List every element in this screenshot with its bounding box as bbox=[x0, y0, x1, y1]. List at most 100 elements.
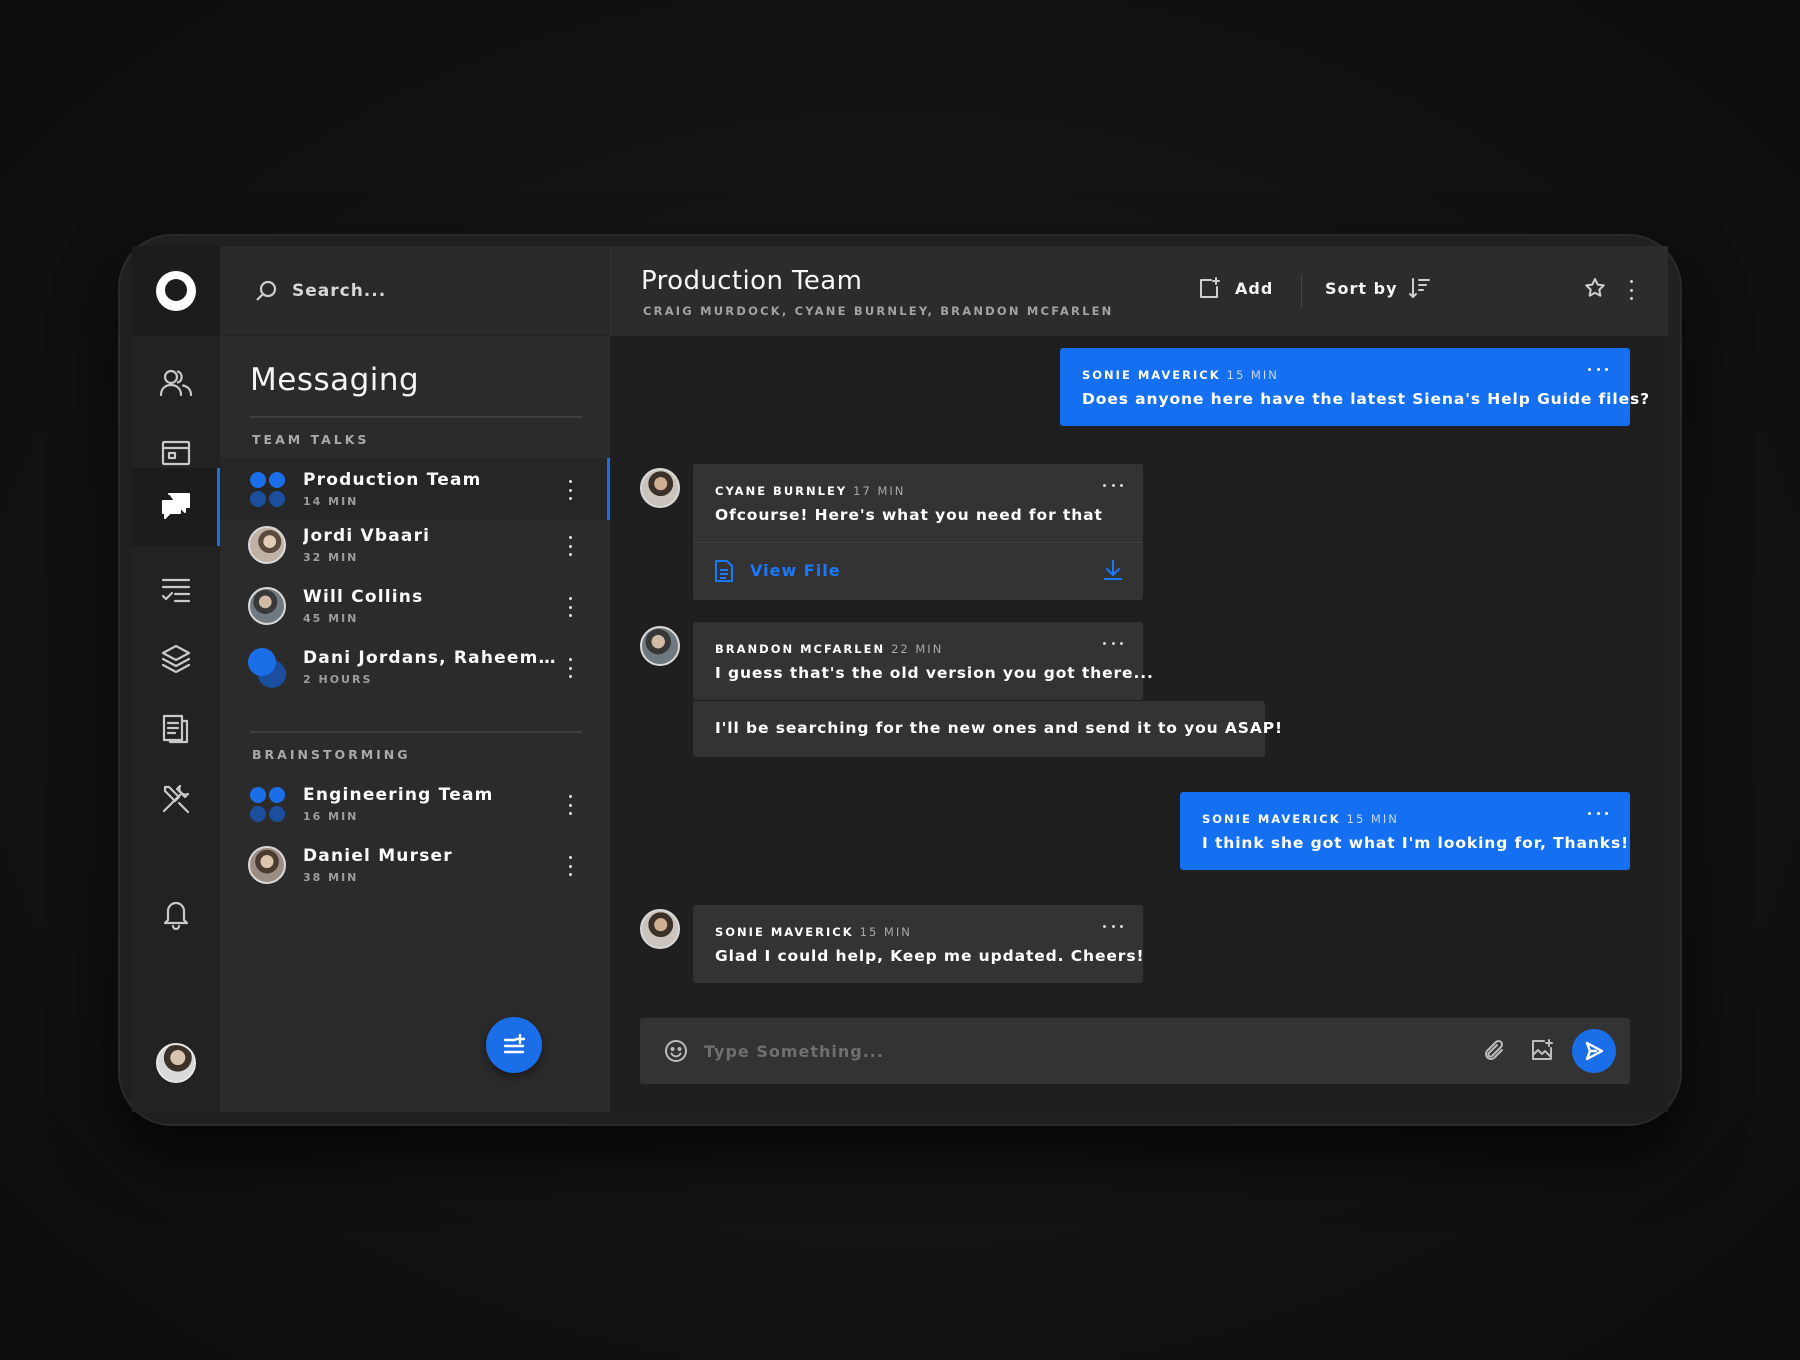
message-meta: SONIE MAVERICK 15 MIN bbox=[1082, 368, 1279, 382]
more-icon[interactable] bbox=[562, 595, 578, 619]
icon-rail bbox=[132, 246, 220, 1112]
avatar bbox=[640, 626, 680, 666]
conversation-item[interactable]: Daniel Murser 38 MIN bbox=[220, 834, 610, 896]
sort-icon bbox=[1408, 278, 1430, 298]
chat-icon bbox=[162, 493, 190, 519]
message-input[interactable] bbox=[704, 1034, 1404, 1068]
avatar bbox=[640, 468, 680, 508]
section-label-brainstorming: BRAINSTORMING bbox=[252, 747, 411, 762]
message-text: I think she got what I'm looking for, Th… bbox=[1202, 834, 1630, 852]
layers-icon bbox=[161, 644, 191, 674]
attach-icon[interactable] bbox=[1482, 1039, 1506, 1063]
message-bubble: I'll be searching for the new ones and s… bbox=[693, 701, 1282, 757]
conversation-item[interactable]: Engineering Team 16 MIN bbox=[220, 773, 610, 835]
rail-documents[interactable] bbox=[132, 690, 220, 768]
add-button[interactable]: Add bbox=[1197, 276, 1273, 300]
sort-button[interactable]: Sort by bbox=[1325, 276, 1432, 300]
bell-icon bbox=[163, 901, 189, 930]
rail-notifications[interactable] bbox=[132, 874, 220, 952]
message-text: Ofcourse! Here's what you need for that bbox=[715, 506, 1103, 524]
emoji-icon[interactable] bbox=[664, 1039, 688, 1063]
add-label: Add bbox=[1235, 278, 1274, 298]
rail-tools[interactable] bbox=[132, 760, 220, 838]
avatar bbox=[248, 526, 286, 564]
conversation-time: 32 MIN bbox=[303, 551, 359, 564]
logo-icon bbox=[156, 271, 196, 311]
conversation-name: Will Collins bbox=[303, 587, 424, 607]
people-icon bbox=[159, 369, 193, 397]
conversation-item[interactable]: Dani Jordans, Raheem St... 2 HOURS bbox=[220, 636, 610, 698]
user-avatar[interactable] bbox=[156, 1043, 196, 1083]
page-title: Messaging bbox=[250, 362, 420, 398]
message-author: SONIE MAVERICK bbox=[1202, 812, 1341, 826]
message-author: SONIE MAVERICK bbox=[1082, 368, 1221, 382]
more-icon[interactable] bbox=[1626, 278, 1636, 302]
tasks-icon bbox=[161, 578, 191, 603]
message-meta: BRANDON MCFARLEN 22 MIN bbox=[715, 642, 943, 656]
avatar bbox=[248, 846, 286, 884]
chat-area: Production Team CRAIG MURDOCK, CYANE BUR… bbox=[610, 246, 1668, 1112]
tools-icon bbox=[162, 784, 190, 814]
backdrop: Search... Messaging TEAM TALKS Productio… bbox=[0, 0, 1800, 1360]
message-author: SONIE MAVERICK bbox=[715, 925, 854, 939]
message-time: 15 MIN bbox=[1226, 368, 1279, 382]
conversation-time: 16 MIN bbox=[303, 810, 359, 823]
view-file-link[interactable]: View File bbox=[750, 561, 841, 580]
add-image-icon[interactable] bbox=[1530, 1038, 1554, 1062]
device-frame: Search... Messaging TEAM TALKS Productio… bbox=[118, 234, 1682, 1126]
download-icon[interactable] bbox=[1101, 558, 1125, 582]
message-bubble: SONIE MAVERICK 15 MIN Glad I could help, … bbox=[693, 905, 1145, 983]
rail-tasks[interactable] bbox=[132, 550, 220, 628]
section-label-team-talks: TEAM TALKS bbox=[252, 432, 370, 447]
rail-chat[interactable] bbox=[132, 468, 220, 546]
message-time: 15 MIN bbox=[1346, 812, 1399, 826]
message-bubble: CYANE BURNLEY 17 MIN Ofcourse! Here's wha… bbox=[693, 464, 1143, 600]
attachment-row: View File bbox=[693, 542, 1143, 598]
conversation-time: 38 MIN bbox=[303, 871, 359, 884]
add-list-icon bbox=[503, 1033, 526, 1054]
search-bar[interactable]: Search... bbox=[220, 246, 610, 336]
avatar bbox=[640, 909, 680, 949]
more-icon[interactable] bbox=[1588, 810, 1608, 816]
conversation-time: 2 HOURS bbox=[303, 673, 373, 686]
conversation-name: Daniel Murser bbox=[303, 846, 453, 866]
more-icon[interactable] bbox=[1588, 366, 1608, 372]
favorite-button[interactable] bbox=[1583, 276, 1607, 300]
more-icon[interactable] bbox=[1103, 482, 1123, 488]
message-text: I guess that's the old version you got t… bbox=[715, 664, 1154, 682]
more-icon[interactable] bbox=[562, 656, 578, 680]
new-conversation-button[interactable] bbox=[486, 1017, 542, 1073]
avatar bbox=[248, 587, 286, 625]
conversation-name: Jordi Vbaari bbox=[303, 526, 431, 546]
rail-people[interactable] bbox=[132, 344, 220, 422]
more-icon[interactable] bbox=[562, 478, 578, 502]
message-text: Glad I could help, Keep me updated. Chee… bbox=[715, 947, 1145, 965]
more-icon[interactable] bbox=[562, 534, 578, 558]
message-author: BRANDON MCFARLEN bbox=[715, 642, 886, 656]
file-icon bbox=[713, 559, 735, 583]
more-icon[interactable] bbox=[1103, 640, 1123, 646]
message-meta: SONIE MAVERICK 15 MIN bbox=[1202, 812, 1399, 826]
search-input[interactable]: Search... bbox=[292, 281, 386, 301]
search-icon bbox=[256, 280, 277, 301]
conversation-item[interactable]: Jordi Vbaari 32 MIN bbox=[220, 514, 610, 576]
chat-members: CRAIG MURDOCK, CYANE BURNLEY, BRANDON MC… bbox=[643, 304, 1114, 318]
star-icon bbox=[1585, 278, 1605, 297]
message-bubble: SONIE MAVERICK 15 MIN Does anyone here ha… bbox=[1060, 348, 1649, 426]
message-author: CYANE BURNLEY bbox=[715, 484, 848, 498]
section-divider bbox=[250, 731, 582, 733]
send-button[interactable] bbox=[1572, 1029, 1616, 1073]
more-icon[interactable] bbox=[562, 854, 578, 878]
more-icon[interactable] bbox=[562, 793, 578, 817]
app-logo[interactable] bbox=[132, 246, 220, 336]
message-bubble: SONIE MAVERICK 15 MIN I think she got wha… bbox=[1180, 792, 1630, 870]
group-avatar bbox=[250, 472, 286, 508]
rail-layers[interactable] bbox=[132, 620, 220, 698]
header-divider bbox=[1301, 274, 1302, 308]
conversation-item[interactable]: Production Team 14 MIN bbox=[220, 458, 610, 520]
conversation-item[interactable]: Will Collins 45 MIN bbox=[220, 575, 610, 637]
more-icon[interactable] bbox=[1103, 923, 1123, 929]
message-time: 22 MIN bbox=[891, 642, 944, 656]
message-composer bbox=[640, 1018, 1630, 1084]
conversation-name: Production Team bbox=[303, 470, 482, 490]
